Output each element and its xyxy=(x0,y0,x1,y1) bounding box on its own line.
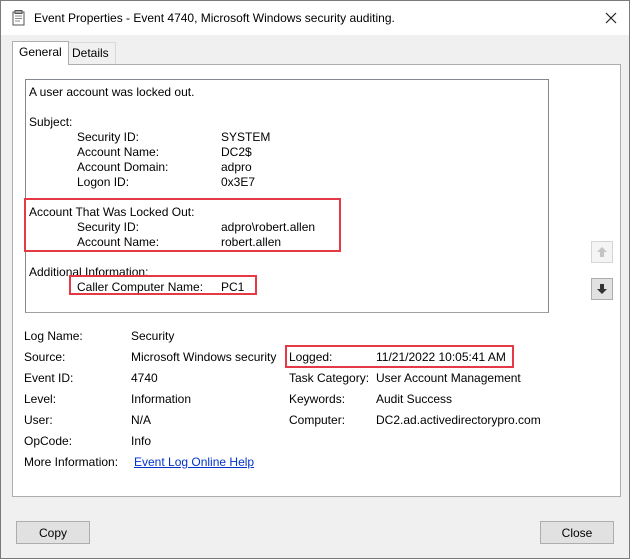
more-info-label: More Information: xyxy=(24,455,119,469)
close-icon xyxy=(605,12,617,24)
subject-value: DC2$ xyxy=(221,145,252,159)
caller-highlight xyxy=(69,275,257,295)
window-title: Event Properties - Event 4740, Microsoft… xyxy=(34,11,395,25)
previous-event-button[interactable] xyxy=(591,241,613,263)
subject-value: 0x3E7 xyxy=(221,175,256,189)
title-bar[interactable]: Event Properties - Event 4740, Microsoft… xyxy=(1,1,629,35)
copy-button[interactable]: Copy xyxy=(16,521,90,544)
subject-value: adpro xyxy=(221,160,252,174)
computer-label: Computer: xyxy=(289,413,346,427)
subject-label: Security ID: xyxy=(77,130,140,144)
event-log-help-link[interactable]: Event Log Online Help xyxy=(134,455,254,470)
subject-value: SYSTEM xyxy=(221,130,271,144)
event-id-value: 4740 xyxy=(131,371,158,385)
logged-label: Logged: xyxy=(289,350,333,364)
source-value: Microsoft Windows security xyxy=(131,350,277,364)
task-category-value: User Account Management xyxy=(376,371,521,385)
locked-out-highlight xyxy=(24,198,341,252)
next-event-button[interactable] xyxy=(591,278,613,300)
event-properties-window: Event Properties - Event 4740, Microsoft… xyxy=(0,0,630,559)
keywords-value: Audit Success xyxy=(376,392,453,406)
window-close-button[interactable] xyxy=(597,5,625,31)
level-value: Information xyxy=(131,392,192,406)
event-viewer-icon xyxy=(11,10,27,26)
user-value: N/A xyxy=(131,413,152,427)
logged-value: 11/21/2022 10:05:41 AM xyxy=(376,350,506,364)
arrow-down-icon xyxy=(597,284,607,294)
description-intro: A user account was locked out. xyxy=(29,85,195,99)
user-label: User: xyxy=(24,413,53,427)
close-button[interactable]: Close xyxy=(540,521,614,544)
subject-label: Account Name: xyxy=(77,145,160,159)
level-label: Level: xyxy=(24,392,57,406)
opcode-label: OpCode: xyxy=(24,434,73,448)
keywords-label: Keywords: xyxy=(289,392,346,406)
arrow-up-icon xyxy=(597,247,607,257)
tab-details[interactable]: Details xyxy=(65,42,116,64)
computer-value: DC2.ad.activedirectorypro.com xyxy=(376,413,541,427)
log-name-value: Security xyxy=(131,329,175,343)
opcode-value: Info xyxy=(131,434,152,448)
log-name-label: Log Name: xyxy=(24,329,83,343)
source-label: Source: xyxy=(24,350,66,364)
subject-label: Logon ID: xyxy=(77,175,130,189)
subject-heading: Subject: xyxy=(29,115,73,129)
task-category-label: Task Category: xyxy=(289,371,370,385)
event-id-label: Event ID: xyxy=(24,371,74,385)
tab-general[interactable]: General xyxy=(12,41,69,65)
subject-label: Account Domain: xyxy=(77,160,169,174)
